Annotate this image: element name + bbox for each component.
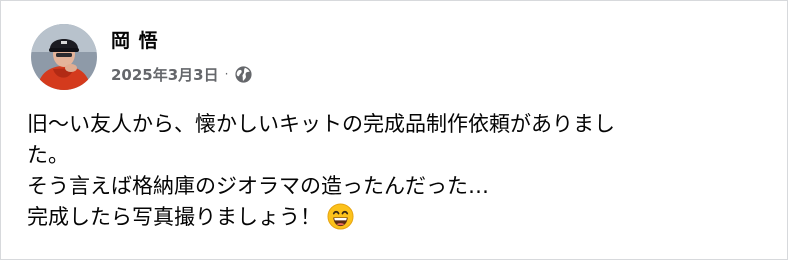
profile-photo-icon xyxy=(31,24,97,90)
post-date[interactable]: 2025年3月3日 xyxy=(111,64,219,85)
post-text-line-last: 完成したら写真撮りましょう！ xyxy=(27,202,747,233)
post-text-line: 旧〜い友人から、懐かしいキットの完成品制作依頼がありまし xyxy=(27,112,615,136)
post-body: 旧〜い友人から、懐かしいキットの完成品制作依頼がありまし た。 そう言えば格納庫… xyxy=(27,109,747,233)
grinning-smiling-eyes-emoji-icon xyxy=(327,203,354,230)
globe-icon[interactable] xyxy=(234,65,253,84)
author-avatar[interactable] xyxy=(31,24,97,90)
post-text-line: た。 xyxy=(27,143,69,167)
post-text-line: そう言えば格納庫のジオラマの造ったんだった… xyxy=(27,174,489,198)
author-name[interactable]: 岡 悟 xyxy=(111,26,159,53)
meta-separator: · xyxy=(224,67,229,81)
facebook-post: 岡 悟 2025年3月3日 · 旧〜い友人から、懐かしいキットの完成品制作依頼が… xyxy=(0,0,788,260)
post-text-line-content: 完成したら写真撮りましょう！ xyxy=(27,205,321,229)
post-meta: 2025年3月3日 · xyxy=(111,63,253,85)
